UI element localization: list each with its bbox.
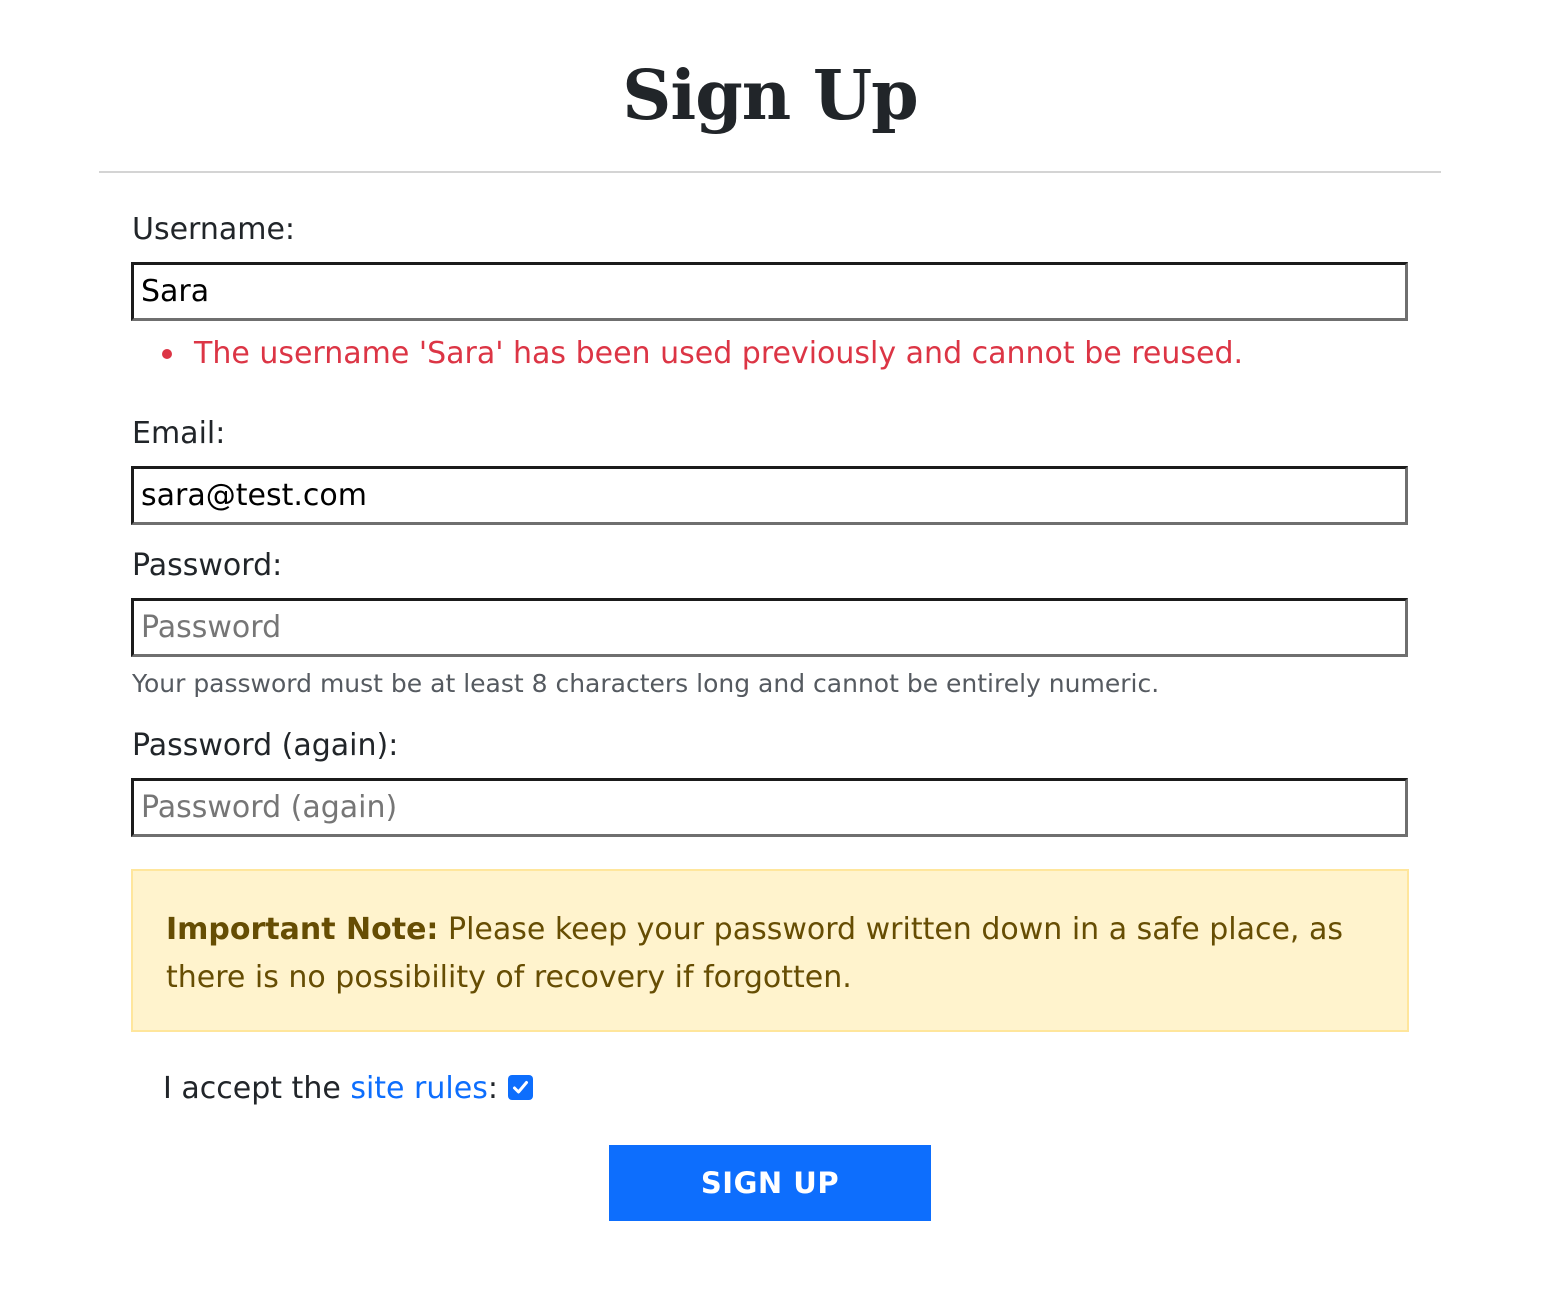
username-label: Username:: [132, 212, 296, 247]
email-label: Email:: [132, 416, 226, 451]
password-again-input[interactable]: [131, 778, 1408, 837]
important-note-heading: Important Note:: [166, 912, 439, 947]
accept-rules-row: I accept the site rules :: [163, 1069, 533, 1109]
accept-rules-suffix: :: [487, 1071, 498, 1106]
username-input[interactable]: [131, 262, 1408, 321]
title-divider: [99, 171, 1441, 173]
accept-rules-checkbox[interactable]: [507, 1074, 533, 1100]
username-error-list: The username 'Sara' has been used previo…: [162, 334, 1243, 374]
password-input[interactable]: [131, 598, 1408, 657]
password-label: Password:: [132, 548, 283, 583]
sign-up-button[interactable]: SIGN UP: [609, 1145, 931, 1221]
important-note-alert: Important Note: Please keep your passwor…: [131, 869, 1409, 1032]
site-rules-link[interactable]: site rules: [350, 1069, 488, 1109]
password-again-label: Password (again):: [132, 728, 399, 763]
checkmark-icon: [512, 1080, 528, 1093]
email-input[interactable]: [131, 466, 1408, 525]
username-error: The username 'Sara' has been used previo…: [162, 334, 1243, 374]
username-error-text: The username 'Sara' has been used previo…: [194, 336, 1244, 371]
page-title: Sign Up: [622, 56, 918, 136]
accept-rules-prefix: I accept the: [163, 1071, 351, 1106]
password-help-text: Your password must be at least 8 charact…: [132, 669, 1160, 698]
error-bullet-icon: [162, 349, 172, 359]
